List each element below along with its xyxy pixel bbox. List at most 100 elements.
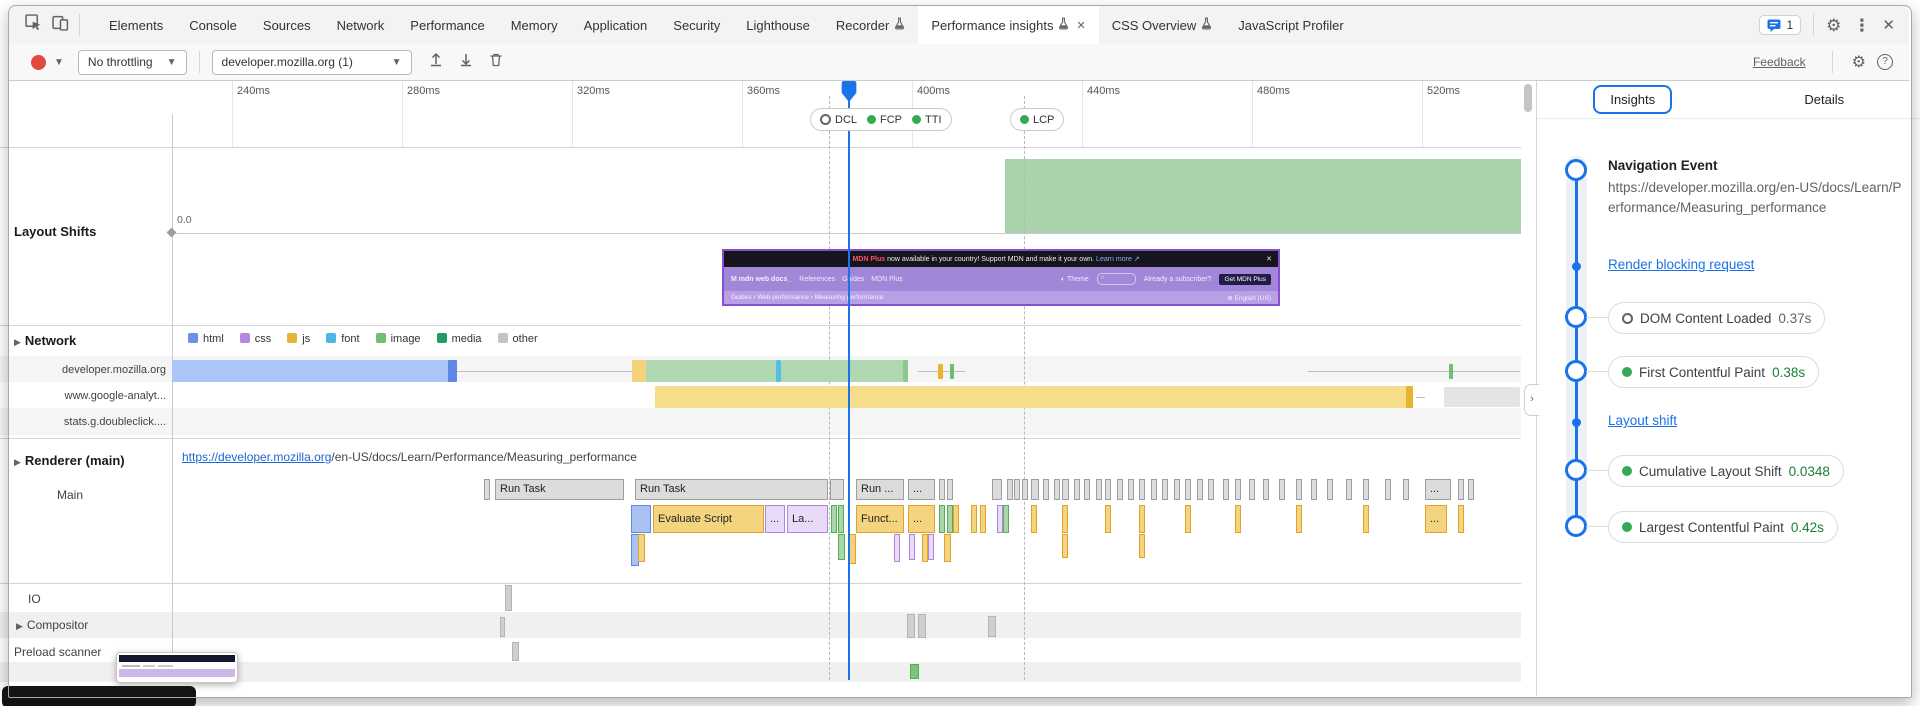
network-section-header[interactable]: ▶Network	[14, 333, 76, 348]
network-request-bar[interactable]	[646, 360, 776, 382]
main-activity-bar[interactable]	[1296, 505, 1302, 533]
network-request-bar[interactable]	[457, 371, 632, 372]
main-activity-bar[interactable]	[1062, 534, 1068, 558]
main-task-bar[interactable]	[1096, 479, 1102, 500]
main-task-bar[interactable]	[1031, 479, 1039, 500]
main-activity-bar[interactable]: Evaluate Script	[653, 505, 764, 533]
help-icon[interactable]: ?	[1877, 54, 1893, 70]
main-task-bar[interactable]	[1162, 479, 1168, 500]
insight-link-render-blocking-request[interactable]: Render blocking request	[1608, 257, 1754, 272]
network-request-bar[interactable]	[1308, 371, 1520, 372]
event-marker-pill[interactable]: LCP	[1010, 108, 1064, 131]
main-task-bar[interactable]	[1139, 479, 1145, 500]
main-activity-bar[interactable]	[1139, 505, 1145, 533]
tab-insights[interactable]: Insights	[1537, 85, 1729, 114]
paint-activity-bar[interactable]	[910, 664, 919, 679]
main-activity-bar[interactable]: Funct...	[856, 505, 904, 533]
throttling-select[interactable]: No throttling ▼	[78, 50, 187, 75]
main-activity-bar[interactable]	[894, 534, 900, 562]
main-activity-bar[interactable]	[1235, 505, 1241, 533]
export-recording-icon[interactable]	[458, 52, 474, 72]
network-request-bar[interactable]	[1416, 397, 1425, 398]
tab-details[interactable]: Details	[1729, 92, 1920, 107]
main-task-bar[interactable]	[1385, 479, 1391, 500]
main-activity-bar[interactable]	[1185, 505, 1191, 533]
tab-close-icon[interactable]: ✕	[1076, 19, 1085, 32]
main-task-bar[interactable]	[1249, 479, 1255, 500]
main-activity-bar[interactable]	[1458, 505, 1464, 533]
main-task-bar[interactable]	[1346, 479, 1352, 500]
track-activity-bar[interactable]	[500, 617, 505, 637]
record-button[interactable]	[31, 55, 46, 70]
network-request-bar[interactable]	[781, 360, 903, 382]
network-request-bar[interactable]	[1449, 364, 1453, 379]
main-activity-bar[interactable]	[838, 505, 844, 533]
tab-performance-insights[interactable]: Performance insights✕	[918, 6, 1098, 44]
main-task-bar[interactable]	[1363, 479, 1369, 500]
insight-metric-largest-contentful-paint[interactable]: Largest Contentful Paint0.42s	[1608, 511, 1838, 543]
main-activity-bar[interactable]	[939, 505, 945, 533]
main-activity-bar[interactable]: ...	[908, 505, 935, 533]
compositor-track-header[interactable]: ▶Compositor	[16, 618, 88, 632]
main-task-bar[interactable]: ...	[908, 479, 935, 500]
main-task-bar[interactable]	[947, 479, 953, 500]
main-task-bar[interactable]	[939, 479, 945, 500]
main-activity-bar[interactable]	[631, 505, 651, 533]
delete-recording-icon[interactable]	[488, 52, 504, 72]
main-task-bar[interactable]	[1117, 479, 1123, 500]
close-devtools-icon[interactable]: ✕	[1882, 18, 1895, 33]
main-task-bar[interactable]	[1208, 479, 1214, 500]
track-activity-bar[interactable]	[907, 614, 915, 638]
main-activity-bar[interactable]	[1062, 505, 1068, 533]
track-activity-bar[interactable]	[988, 616, 996, 637]
network-request-bar[interactable]	[950, 364, 954, 379]
network-request-bar[interactable]	[1406, 386, 1413, 408]
tab-console[interactable]: Console	[176, 6, 250, 44]
settings-gear-icon[interactable]: ⚙	[1826, 17, 1841, 34]
tab-javascript-profiler[interactable]: JavaScript Profiler	[1225, 6, 1356, 44]
main-task-bar[interactable]	[1105, 479, 1111, 500]
main-task-bar[interactable]	[1007, 479, 1013, 500]
main-task-bar[interactable]	[1185, 479, 1191, 500]
main-activity-bar[interactable]	[1003, 505, 1009, 533]
main-activity-bar[interactable]	[1139, 534, 1145, 558]
main-activity-bar[interactable]: ...	[1425, 505, 1447, 533]
tab-network[interactable]: Network	[324, 6, 398, 44]
network-request-bar[interactable]	[1444, 387, 1520, 407]
layout-shift-region[interactable]	[1005, 159, 1521, 233]
main-task-bar[interactable]	[1128, 479, 1134, 500]
main-activity-bar[interactable]	[638, 534, 645, 562]
main-task-bar[interactable]	[1327, 479, 1333, 500]
main-activity-bar[interactable]: ...	[765, 505, 785, 533]
network-request-bar[interactable]	[172, 360, 448, 382]
track-activity-bar[interactable]	[505, 585, 512, 611]
main-task-bar[interactable]	[1403, 479, 1409, 500]
main-task-bar[interactable]	[1263, 479, 1269, 500]
main-task-bar[interactable]: Run Task	[495, 479, 624, 500]
network-request-bar[interactable]	[655, 386, 1406, 408]
target-page-select[interactable]: developer.mozilla.org (1) ▼	[212, 50, 412, 75]
main-task-bar[interactable]	[1151, 479, 1157, 500]
marker-fcp[interactable]: FCP	[867, 114, 902, 126]
marker-lcp[interactable]: LCP	[1020, 114, 1054, 126]
device-toolbar-icon[interactable]	[52, 14, 69, 36]
tab-css-overview[interactable]: CSS Overview	[1099, 6, 1226, 44]
main-task-bar[interactable]	[1054, 479, 1060, 500]
main-task-bar[interactable]	[830, 479, 844, 500]
filmstrip-screenshot[interactable]: MDN Plus now available in your country! …	[722, 249, 1280, 306]
playhead-handle[interactable]	[841, 80, 857, 102]
feedback-link[interactable]: Feedback	[1753, 55, 1806, 69]
main-task-bar[interactable]	[992, 479, 1002, 500]
main-task-bar[interactable]	[1062, 479, 1069, 500]
renderer-page-url[interactable]: https://developer.mozilla.org/en-US/docs…	[182, 450, 637, 464]
more-options-icon[interactable]: ⋮	[1853, 17, 1870, 34]
event-marker-pill[interactable]: DCLFCPTTI	[810, 108, 952, 131]
main-activity-bar[interactable]	[1105, 505, 1111, 533]
issues-counter[interactable]: 1	[1759, 15, 1801, 35]
network-request-bar[interactable]	[448, 360, 457, 382]
insight-metric-dom-content-loaded[interactable]: DOM Content Loaded0.37s	[1608, 302, 1825, 334]
marker-dcl[interactable]: DCL	[820, 114, 857, 126]
tab-security[interactable]: Security	[660, 6, 733, 44]
main-activity-bar[interactable]	[944, 534, 951, 562]
main-activity-bar[interactable]	[909, 534, 915, 560]
